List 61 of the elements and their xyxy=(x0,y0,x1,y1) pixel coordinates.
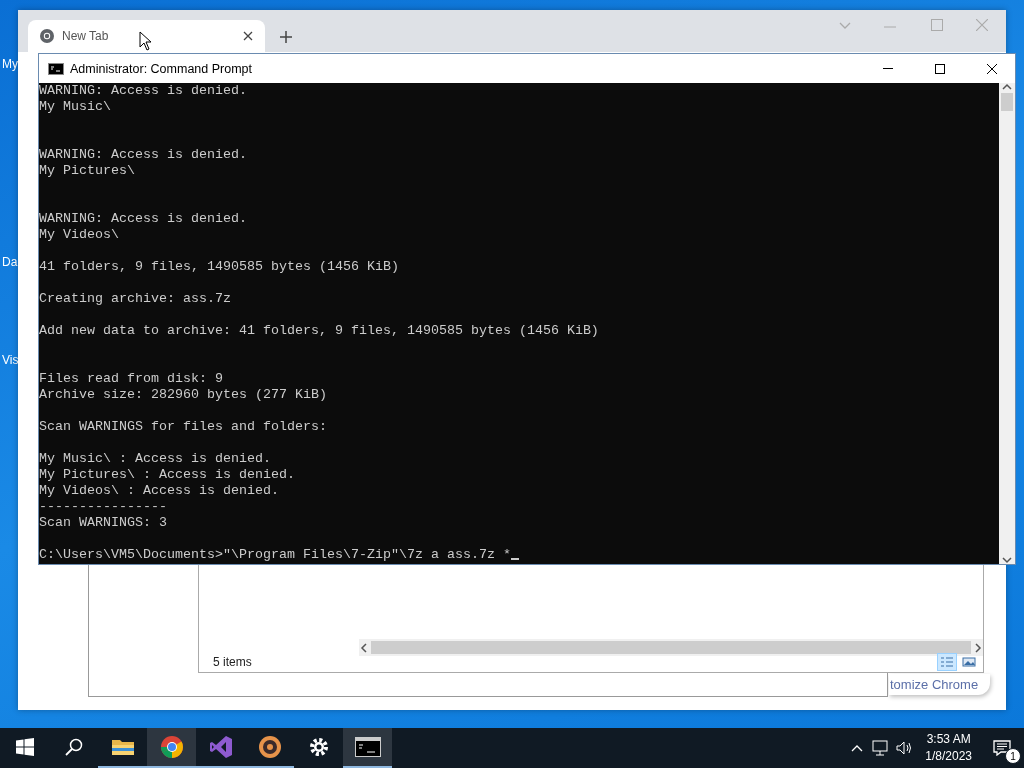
scroll-down-icon[interactable] xyxy=(1002,556,1012,564)
maximize-icon xyxy=(935,63,945,74)
notification-icon[interactable] xyxy=(993,740,1011,756)
desktop-icon-label[interactable]: My xyxy=(2,57,18,71)
folder-icon xyxy=(110,737,135,757)
browser-tab[interactable]: New Tab xyxy=(28,20,265,52)
scroll-left-icon[interactable] xyxy=(359,642,369,653)
browser-icon xyxy=(159,735,184,759)
console-line: My Videos\ xyxy=(39,227,120,243)
search-icon xyxy=(64,738,83,756)
start-icon xyxy=(15,738,34,756)
status-text: 5 items xyxy=(213,655,252,669)
desktop-icon-label[interactable]: Vis xyxy=(2,353,19,367)
image-icon xyxy=(962,656,976,668)
taskbar-button[interactable] xyxy=(343,728,392,768)
console-line: Scan WARNINGS: 3 xyxy=(39,515,168,531)
console-icon xyxy=(354,737,381,757)
desktop-icon-label[interactable]: Da xyxy=(2,255,18,269)
console-line: WARNING: Access is denied. xyxy=(39,83,248,99)
window-title: Administrator: Command Prompt xyxy=(70,61,253,76)
disc-icon xyxy=(257,735,282,759)
console-line: Archive size: 282960 bytes (277 KiB) xyxy=(39,387,328,403)
minimize-icon xyxy=(883,68,893,69)
taskbar-button[interactable] xyxy=(147,728,196,768)
close-icon[interactable] xyxy=(243,31,253,41)
console-line: WARNING: Access is denied. xyxy=(39,147,248,163)
console-icon xyxy=(48,62,64,75)
list-lines-icon xyxy=(940,656,954,668)
settings-icon xyxy=(307,736,330,758)
scrollbar-thumb[interactable] xyxy=(1001,93,1013,111)
chevron-up-icon[interactable] xyxy=(851,744,864,752)
scrollbar-thumb[interactable] xyxy=(371,641,971,654)
network-icon[interactable] xyxy=(872,740,891,756)
console-line: My Videos\ : Access is denied. xyxy=(39,483,280,499)
vertical-scrollbar[interactable] xyxy=(999,83,1015,564)
clock-date: 1/8/2023 xyxy=(925,748,972,765)
close-icon xyxy=(987,63,997,74)
console-line: My Pictures\ xyxy=(39,163,136,179)
mouse-pointer-icon xyxy=(139,31,152,51)
console-line: Scan WARNINGS for files and folders: xyxy=(39,419,328,435)
console-line: ---------------- xyxy=(39,499,168,515)
customize-button[interactable]: tomize Chrome xyxy=(889,674,990,695)
clock[interactable]: 3:53 AM 1/8/2023 xyxy=(917,728,980,768)
console-line: Files read from disk: 9 xyxy=(39,371,224,387)
notification-badge: 1 xyxy=(1005,748,1021,764)
plus-icon[interactable] xyxy=(279,30,293,44)
console-line: My Music\ xyxy=(39,99,112,115)
console-line: My Music\ : Access is denied. xyxy=(39,451,272,467)
console-line: WARNING: Access is denied. xyxy=(39,211,248,227)
console-line: Add new data to archive: 41 folders, 9 files, 1490585 bytes (1456 KiB) xyxy=(39,323,600,339)
scroll-up-icon[interactable] xyxy=(1002,83,1012,91)
console-line: Creating archive: ass.7z xyxy=(39,291,232,307)
console-line: 41 folders, 9 files, 1490585 bytes (1456 KiB) xyxy=(39,259,400,275)
command-line[interactable]: C:\Users\VM5\Documents>"\Program Files\7-Zip"\7z a ass.7z * xyxy=(39,547,511,562)
infinity-icon xyxy=(208,735,233,759)
text-cursor xyxy=(510,558,519,560)
console-line: My Pictures\ : Access is denied. xyxy=(39,467,296,483)
horizontal-scrollbar[interactable] xyxy=(359,639,983,656)
scroll-right-icon[interactable] xyxy=(973,642,983,653)
clock-time: 3:53 AM xyxy=(926,731,971,748)
chrome-logo-icon xyxy=(40,29,54,43)
